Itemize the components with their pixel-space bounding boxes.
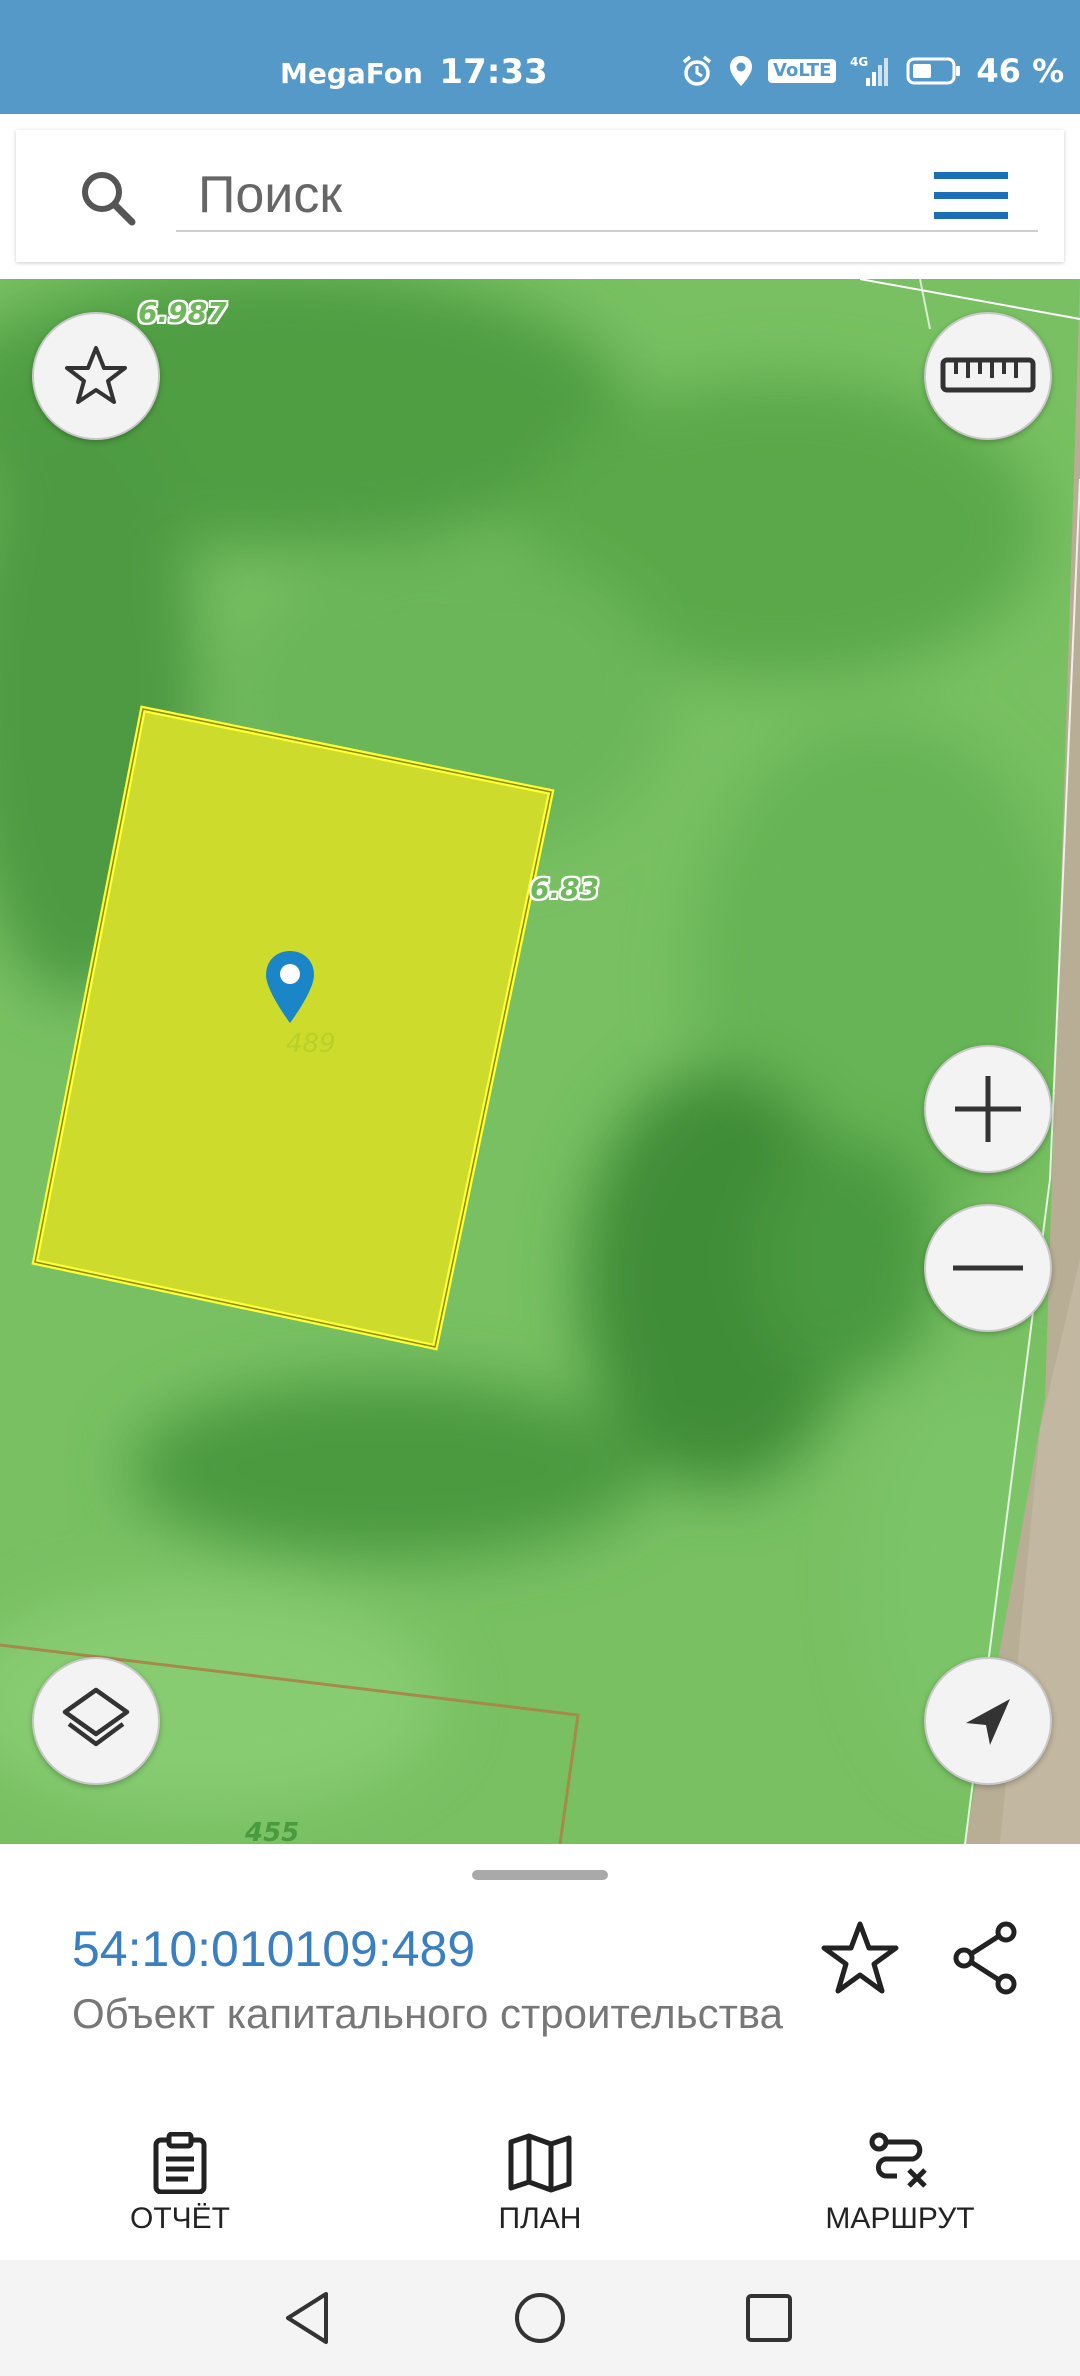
share-icon[interactable] xyxy=(950,1920,1022,1996)
search-bar xyxy=(16,130,1064,262)
carrier-name: MegaFon xyxy=(280,57,423,90)
menu-icon[interactable] xyxy=(934,168,1008,224)
nav-route-label: МАРШРУТ xyxy=(825,2202,975,2235)
cadastral-number: 54:10:010109:489 xyxy=(72,1921,476,1977)
map-icon xyxy=(508,2133,572,2193)
report-icon xyxy=(153,2132,207,2194)
map-view[interactable]: 6.987 6.83 489 455 xyxy=(0,279,1080,1844)
zoom-in-button[interactable] xyxy=(924,1045,1052,1173)
status-carrier-time: MegaFon 17:33 xyxy=(280,52,548,92)
route-icon xyxy=(869,2132,927,2188)
nav-report[interactable]: ОТЧЁТ xyxy=(50,2132,310,2236)
satellite-imagery xyxy=(0,279,1080,1844)
signal-icon: 4G xyxy=(850,55,889,86)
nav-route[interactable]: МАРШРУТ xyxy=(770,2132,1030,2236)
svg-text:4G: 4G xyxy=(850,55,868,69)
layers-icon xyxy=(62,1687,130,1747)
system-navigation-bar xyxy=(0,2260,1080,2376)
location-icon xyxy=(730,56,752,86)
object-type: Объект капитального строительства xyxy=(72,1990,784,2037)
map-label-distance: 6.987 xyxy=(138,296,227,329)
map-label-distance: 6.83 xyxy=(530,872,600,905)
location-marker-icon[interactable] xyxy=(264,949,316,1025)
layers-button[interactable] xyxy=(32,1657,160,1785)
bottom-navigation: ОТЧЁТ ПЛАН МАРШРУТ xyxy=(0,2112,1080,2260)
favorite-star-icon xyxy=(65,346,127,404)
recents-icon[interactable] xyxy=(744,2290,794,2346)
back-icon[interactable] xyxy=(282,2290,332,2346)
sheet-drag-handle[interactable] xyxy=(472,1870,608,1880)
nav-report-label: ОТЧЁТ xyxy=(129,2202,230,2235)
zoom-out-icon xyxy=(953,1265,1023,1271)
nav-plan[interactable]: ПЛАН xyxy=(410,2132,670,2236)
status-bar: MegaFon 17:33 VoLTE 4G 46 % xyxy=(0,0,1080,114)
alarm-icon xyxy=(682,55,712,86)
battery-icon xyxy=(906,57,961,85)
favorites-button[interactable] xyxy=(32,312,160,440)
ruler-icon xyxy=(940,357,1036,393)
search-input[interactable] xyxy=(176,160,1038,232)
zoom-out-button[interactable] xyxy=(924,1204,1052,1332)
zoom-in-icon xyxy=(955,1076,1021,1142)
nav-plan-label: ПЛАН xyxy=(498,2202,582,2235)
my-location-button[interactable] xyxy=(924,1657,1052,1785)
my-location-icon xyxy=(966,1699,1010,1745)
status-icons: VoLTE 4G 46 % xyxy=(680,52,1064,90)
ruler-button[interactable] xyxy=(924,312,1052,440)
home-icon[interactable] xyxy=(512,2290,568,2346)
parcel-number-label: 489 xyxy=(286,1029,336,1059)
volte-badge: VoLTE xyxy=(768,59,837,83)
clock: 17:33 xyxy=(439,52,548,92)
search-icon[interactable] xyxy=(78,168,138,228)
battery-percent: 46 % xyxy=(976,52,1065,90)
star-icon[interactable] xyxy=(820,1920,900,1996)
object-info-sheet[interactable]: 54:10:010109:489 Объект капитального стр… xyxy=(0,1844,1080,2114)
parcel-number-label: 455 xyxy=(245,1818,300,1844)
